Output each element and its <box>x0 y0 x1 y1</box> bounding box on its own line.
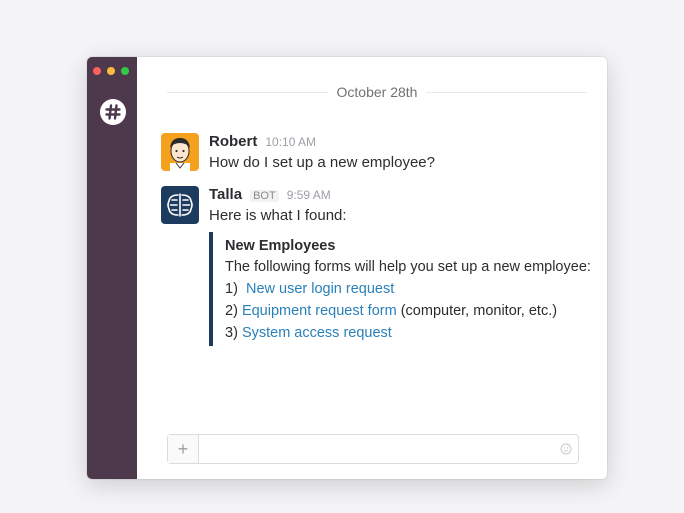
divider-line <box>426 91 587 93</box>
attachment-title: New Employees <box>225 238 336 254</box>
message-text: Here is what I found: <box>209 207 347 224</box>
message-body: Robert 10:10 AM How do I set up a new em… <box>209 133 599 173</box>
message-talla: Talla BOT 9:59 AM Here is what I found: <box>161 186 599 228</box>
list-item: 2) Equipment request form (computer, mon… <box>225 300 603 322</box>
system-access-link[interactable]: System access request <box>242 325 392 341</box>
close-window-icon[interactable] <box>93 67 101 75</box>
smiley-icon <box>560 443 572 455</box>
avatar-robert[interactable] <box>161 133 199 171</box>
hash-icon <box>105 104 121 120</box>
bot-badge: BOT <box>250 190 279 202</box>
plus-icon[interactable]: + <box>168 435 199 463</box>
maximize-window-icon[interactable] <box>121 67 129 75</box>
list-number: 2) <box>225 303 238 319</box>
app-window: October 28th Robert 10:10 AM How do I se… <box>87 57 607 479</box>
message-input[interactable] <box>199 435 554 463</box>
list-number: 1) <box>225 281 238 297</box>
divider-line <box>167 91 328 93</box>
timestamp[interactable]: 10:10 AM <box>265 135 316 149</box>
message-header: Robert 10:10 AM <box>209 133 599 153</box>
sender-name[interactable]: Robert <box>209 133 257 150</box>
message-header: Talla BOT 9:59 AM <box>209 186 599 206</box>
list-item: 3) System access request <box>225 322 603 344</box>
avatar-talla[interactable] <box>161 186 199 224</box>
message-attachment: New Employees The following forms will h… <box>209 232 603 346</box>
equipment-request-link[interactable]: Equipment request form <box>242 303 397 319</box>
message-text: How do I set up a new employee? <box>209 154 435 171</box>
emoji-icon[interactable] <box>554 435 578 463</box>
message-pane: October 28th Robert 10:10 AM How do I se… <box>137 57 607 479</box>
list-number: 3) <box>225 325 238 341</box>
team-sidebar <box>87 57 137 479</box>
message-composer: + <box>167 434 579 464</box>
attachment-intro: The following forms will help you set up… <box>225 259 591 275</box>
list-item: 1) New user login request <box>225 278 603 300</box>
sender-name[interactable]: Talla <box>209 186 242 203</box>
date-divider-label: October 28th <box>336 84 418 100</box>
date-divider: October 28th <box>167 83 587 101</box>
message-robert: Robert 10:10 AM How do I set up a new em… <box>161 133 599 175</box>
message-body: Talla BOT 9:59 AM Here is what I found: <box>209 186 599 226</box>
person-avatar-icon <box>161 133 199 171</box>
new-user-login-link[interactable]: New user login request <box>246 281 394 297</box>
list-suffix: (computer, monitor, etc.) <box>396 303 558 319</box>
slack-hash-icon[interactable] <box>100 99 126 125</box>
timestamp[interactable]: 9:59 AM <box>287 188 331 202</box>
brain-logo-icon <box>161 186 199 224</box>
minimize-window-icon[interactable] <box>107 67 115 75</box>
